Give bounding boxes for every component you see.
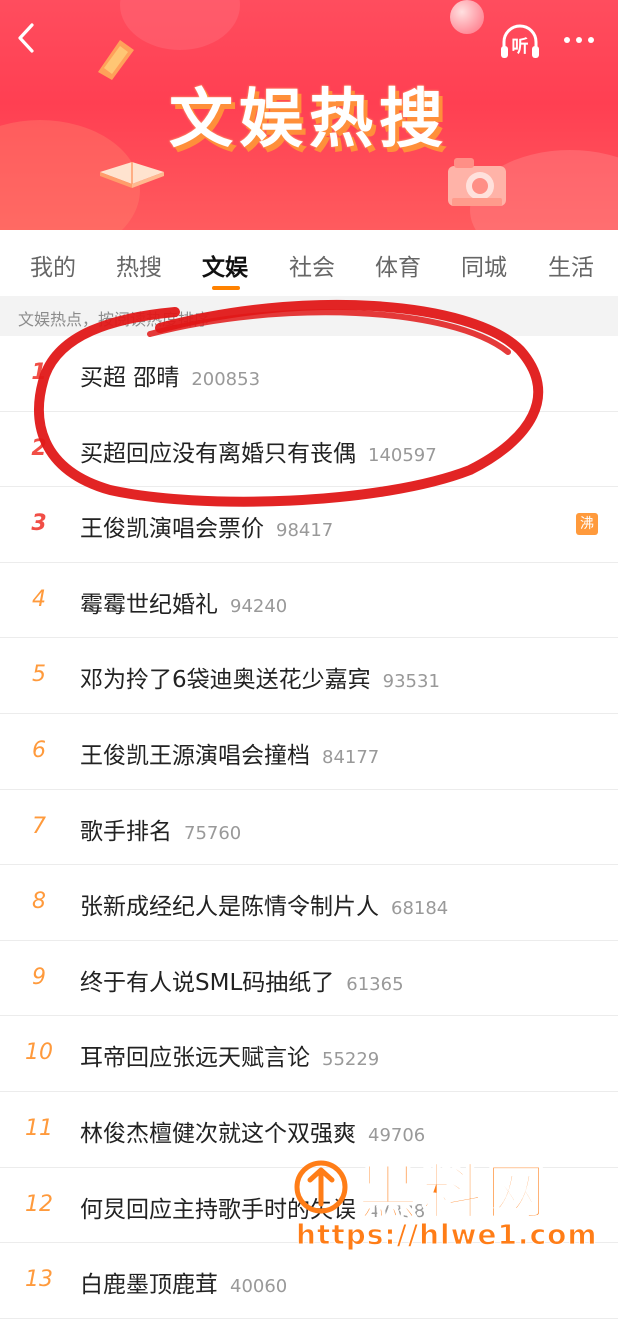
rank-number: 2 [31, 435, 47, 461]
list-item-title: 耳帝回应张远天赋言论 55229 [80, 1038, 379, 1072]
rank-number: 1 [31, 360, 47, 385]
planet-illustration [450, 0, 484, 34]
topic-text: 歌手排名 [80, 818, 172, 845]
topic-text: 何炅回应主持歌手时的失误 [80, 1196, 356, 1223]
tab-life[interactable]: 生活 [548, 248, 594, 282]
topic-text: 买超 邵晴 [80, 365, 180, 391]
list-item-title: 邓为拎了6袋迪奥送花少嘉宾 93531 [80, 660, 440, 694]
rank-number: 8 [32, 889, 46, 915]
list-item[interactable]: 9 终于有人说SML码抽纸了 61365 [0, 941, 618, 1017]
heat-count: 94240 [230, 595, 288, 617]
heat-count: 75760 [184, 822, 242, 844]
heat-count: 40060 [230, 1276, 288, 1298]
list-item[interactable]: 1 买超 邵晴 200853 [0, 336, 618, 412]
list-item[interactable]: 2 买超回应没有离婚只有丧偶 140597 [0, 412, 618, 488]
heat-count: 84177 [322, 746, 380, 768]
list-item[interactable]: 4 霉霉世纪婚礼 94240 [0, 563, 618, 639]
rank-number: 11 [25, 1115, 53, 1141]
heat-count: 140597 [368, 444, 437, 466]
tab-mine[interactable]: 我的 [30, 248, 76, 282]
list-item[interactable]: 11 林俊杰檀健次就这个双强爽 49706 [0, 1092, 618, 1168]
chevron-left-icon [18, 23, 34, 53]
list-item[interactable]: 6 王俊凯王源演唱会撞档 84177 [0, 714, 618, 790]
topic-text: 张新成经纪人是陈情令制片人 [80, 894, 379, 921]
topic-text: 邓为拎了6袋迪奥送花少嘉宾 [80, 667, 371, 694]
topic-text: 霉霉世纪婚礼 [80, 591, 218, 618]
topic-text: 林俊杰檀健次就这个双强爽 [80, 1120, 356, 1147]
heat-count: 55229 [322, 1049, 380, 1071]
listen-button[interactable]: 听 [498, 22, 542, 62]
tab-sports[interactable]: 体育 [375, 248, 421, 282]
list-item[interactable]: 5 邓为拎了6袋迪奥送花少嘉宾 93531 [0, 638, 618, 714]
tab-hot-search[interactable]: 热搜 [116, 248, 162, 282]
list-item[interactable]: 10 耳帝回应张远天赋言论 55229 [0, 1016, 618, 1092]
rank-number: 3 [31, 511, 47, 537]
tab-society[interactable]: 社会 [289, 248, 335, 282]
heat-count: 47338 [368, 1200, 426, 1222]
topic-text: 买超回应没有离婚只有丧偶 [80, 440, 356, 467]
list-item[interactable]: 8 张新成经纪人是陈情令制片人 68184 [0, 865, 618, 941]
list-item-title: 买超回应没有离婚只有丧偶 140597 [80, 434, 437, 468]
category-tabs: 我的 热搜 文娱 社会 体育 同城 生活 [0, 230, 618, 296]
list-item-title: 王俊凯演唱会票价 98417 [80, 509, 333, 543]
list-item[interactable]: 12 何炅回应主持歌手时的失误 47338 [0, 1168, 618, 1244]
list-item-title: 张新成经纪人是陈情令制片人 68184 [80, 887, 448, 921]
rank-number: 6 [32, 737, 46, 763]
list-item-title: 歌手排名 75760 [80, 812, 241, 846]
heat-count: 49706 [368, 1124, 426, 1146]
heat-count: 93531 [382, 671, 440, 693]
list-item[interactable]: 7 歌手排名 75760 [0, 790, 618, 866]
more-dots-icon [576, 37, 582, 43]
tab-local[interactable]: 同城 [461, 248, 507, 282]
rank-number: 10 [25, 1040, 53, 1066]
heat-count: 200853 [191, 369, 261, 390]
banner: 文娱热搜 听 [0, 0, 618, 230]
list-subheader: 文娱热点，按阅读热度排序 [0, 296, 618, 336]
banner-title: 文娱热搜 [169, 83, 449, 157]
heat-count: 98417 [276, 520, 334, 542]
back-button[interactable] [6, 18, 46, 58]
topic-text: 耳帝回应张远天赋言论 [80, 1045, 310, 1072]
rank-number: 12 [25, 1191, 53, 1217]
heat-count: 61365 [346, 973, 404, 995]
list-item-title: 霉霉世纪婚礼 94240 [80, 585, 287, 619]
rank-number: 4 [32, 586, 46, 612]
more-dots-icon [564, 37, 570, 43]
list-item-title: 林俊杰檀健次就这个双强爽 49706 [80, 1114, 425, 1148]
list-item-title: 何炅回应主持歌手时的失误 47338 [80, 1190, 425, 1224]
more-button[interactable] [556, 22, 602, 58]
topic-text: 终于有人说SML码抽纸了 [80, 969, 335, 996]
topic-text: 白鹿墨顶鹿茸 [80, 1272, 218, 1299]
list-item-title: 终于有人说SML码抽纸了 61365 [80, 963, 404, 997]
topic-text: 王俊凯王源演唱会撞档 [80, 742, 310, 769]
more-dots-icon [588, 37, 594, 43]
active-tab-indicator [212, 286, 240, 290]
list-item[interactable]: 3 王俊凯演唱会票价 98417 沸 [0, 487, 618, 563]
list-item-title: 买超 邵晴 200853 [80, 358, 260, 392]
hot-search-list: 1 买超 邵晴 200853 2 买超回应没有离婚只有丧偶 140597 3 王俊凯… [0, 336, 618, 1319]
topic-text: 王俊凯演唱会票价 [80, 516, 264, 543]
hot-badge: 沸 [576, 513, 598, 536]
rank-number: 9 [32, 964, 46, 990]
heat-count: 68184 [391, 898, 449, 920]
subheader-text: 文娱热点，按阅读热度排序 [18, 310, 211, 329]
list-item-title: 白鹿墨顶鹿茸 40060 [80, 1265, 287, 1299]
rank-number: 7 [32, 813, 46, 839]
list-item-title: 王俊凯王源演唱会撞档 84177 [80, 736, 379, 770]
rank-number: 5 [32, 662, 46, 688]
list-item[interactable]: 13 白鹿墨顶鹿茸 40060 [0, 1243, 618, 1319]
listen-label: 听 [511, 37, 529, 57]
tab-entertainment[interactable]: 文娱 [202, 248, 248, 282]
